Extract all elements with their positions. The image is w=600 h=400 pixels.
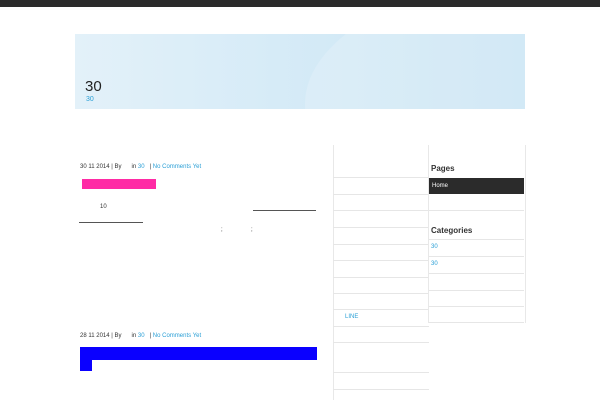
- sidebar-row-divider: [429, 306, 524, 307]
- category-link[interactable]: 30: [431, 261, 438, 267]
- post-category-link[interactable]: 30: [138, 333, 145, 339]
- pages-widget-title: Pages: [431, 164, 455, 173]
- post-meta-2: 28 11 2014 | By in 30 | No Comments Yet: [80, 333, 202, 339]
- highlighted-title-bar-tail: [80, 360, 92, 371]
- categories-widget-title: Categories: [431, 226, 473, 235]
- post-date: 28 11 2014: [80, 333, 110, 339]
- post-date: 30 11 2014: [80, 164, 110, 170]
- top-bar: [0, 0, 600, 7]
- sidebar-row-divider: [429, 239, 524, 240]
- page-link-home[interactable]: Home: [429, 178, 524, 194]
- sidebar-row-divider: [333, 260, 429, 261]
- sidebar-row-divider: [429, 273, 524, 274]
- sidebar-row-divider: [333, 372, 429, 373]
- sidebar-row-divider: [333, 277, 429, 278]
- post-meta-1: 30 11 2014 | By in 30 | No Comments Yet: [80, 164, 202, 170]
- sidebar-row-divider: [333, 309, 429, 310]
- sidebar-row-divider: [333, 389, 429, 390]
- sidebar-row-divider: [429, 322, 524, 323]
- sidebar-row-divider: [333, 210, 429, 211]
- underline-rule: [79, 222, 143, 223]
- sidebar-row-divider: [429, 210, 524, 211]
- post-body-punct: ;: [221, 227, 223, 233]
- highlighted-title-bar: [82, 179, 156, 189]
- site-description[interactable]: 30: [86, 96, 94, 103]
- header-decoration: [305, 34, 525, 109]
- sidebar-row-divider: [333, 194, 429, 195]
- post-in-label: in: [131, 164, 137, 170]
- sidebar-row-divider: [333, 244, 429, 245]
- underline-rule: [253, 210, 316, 211]
- sidebar-row-divider: [333, 326, 429, 327]
- line-link[interactable]: LINE: [345, 314, 358, 320]
- highlighted-title-bar: [80, 347, 317, 360]
- post-by-label: | By: [111, 164, 122, 170]
- sidebar-row-divider: [429, 290, 524, 291]
- site-header: 30 30: [75, 34, 525, 109]
- post-body-punct: ;: [251, 227, 253, 233]
- sidebar-row-divider: [333, 177, 429, 178]
- category-link[interactable]: 30: [431, 244, 438, 250]
- sidebar-row-divider: [333, 293, 429, 294]
- post-comments-link[interactable]: No Comments Yet: [153, 164, 201, 170]
- post-comments-link[interactable]: No Comments Yet: [153, 333, 201, 339]
- sidebar-row-divider: [333, 342, 429, 343]
- post-body-number: 10: [100, 204, 107, 210]
- post-by-label: | By: [111, 333, 122, 339]
- sidebar-row-divider: [333, 227, 429, 228]
- middle-sidebar: [333, 145, 430, 400]
- post-category-link[interactable]: 30: [138, 164, 145, 170]
- sidebar-row-divider: [429, 256, 524, 257]
- post-in-label: in: [131, 333, 137, 339]
- site-title[interactable]: 30: [85, 78, 102, 95]
